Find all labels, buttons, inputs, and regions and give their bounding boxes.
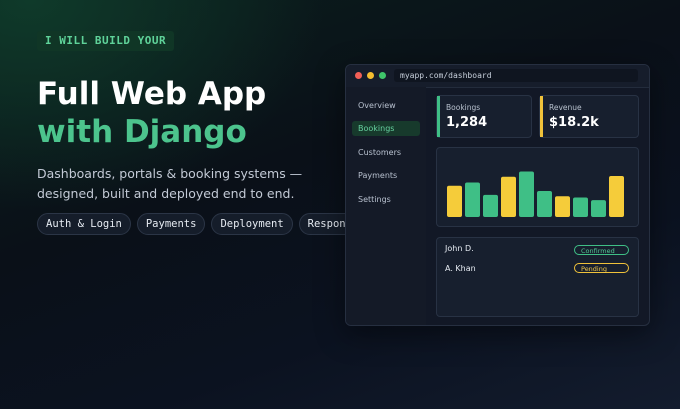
status-badge: Confirmed <box>574 245 629 255</box>
stat-value: 1,284 <box>446 115 488 130</box>
stat-label: Bookings <box>446 103 481 112</box>
stat-label: Revenue <box>549 103 582 112</box>
pill-payments: Payments <box>136 213 206 235</box>
address-bar[interactable]: myapp.com/dashboard <box>394 69 638 82</box>
sidebar-item-overview[interactable]: Overview <box>352 98 420 113</box>
booking-name: John D. <box>445 244 474 253</box>
bookings-list-card: John D. Confirmed A. Khan Pending <box>436 237 639 317</box>
chart-bar <box>447 185 462 217</box>
chart-bar <box>591 200 606 217</box>
browser-window: myapp.com/dashboard Overview Bookings Cu… <box>345 64 650 326</box>
feature-pills: Auth & Login Payments Deployment Respons… <box>37 213 380 235</box>
bar-chart-card <box>436 147 639 227</box>
stat-accent-bar <box>437 96 440 137</box>
chart-bar <box>555 196 570 217</box>
chart-bar <box>519 171 534 217</box>
sidebar-item-bookings[interactable]: Bookings <box>352 121 420 136</box>
booking-name: A. Khan <box>445 264 476 273</box>
chart-bar <box>483 194 498 217</box>
pill-deployment: Deployment <box>211 213 293 235</box>
status-badge: Pending <box>574 263 629 273</box>
chart-bar <box>537 191 552 217</box>
bar-chart <box>447 171 624 217</box>
chart-bar <box>501 176 516 217</box>
hero-tag: I WILL BUILD YOUR <box>37 31 175 51</box>
hero-description: Dashboards, portals & booking systems — … <box>37 166 303 201</box>
sidebar-item-payments[interactable]: Payments <box>352 168 420 183</box>
sidebar-item-customers[interactable]: Customers <box>352 145 420 160</box>
window-titlebar: myapp.com/dashboard <box>346 65 649 88</box>
minimize-dot-icon[interactable] <box>367 72 374 79</box>
pill-auth: Auth & Login <box>37 213 131 235</box>
sidebar-item-settings[interactable]: Settings <box>352 192 420 207</box>
close-dot-icon[interactable] <box>355 72 362 79</box>
stat-value: $18.2k <box>549 115 599 130</box>
chart-bar <box>573 197 588 217</box>
stat-accent-bar <box>540 96 543 137</box>
chart-bar <box>609 176 624 217</box>
chart-bar <box>465 182 480 217</box>
hero-title-line2: with Django <box>37 114 247 150</box>
maximize-dot-icon[interactable] <box>379 72 386 79</box>
hero-title-line1: Full Web App <box>37 76 267 112</box>
stat-card-revenue: Revenue $18.2k <box>539 95 639 138</box>
stat-card-bookings: Bookings 1,284 <box>436 95 532 138</box>
dashboard-sidebar: Overview Bookings Customers Payments Set… <box>346 87 426 325</box>
